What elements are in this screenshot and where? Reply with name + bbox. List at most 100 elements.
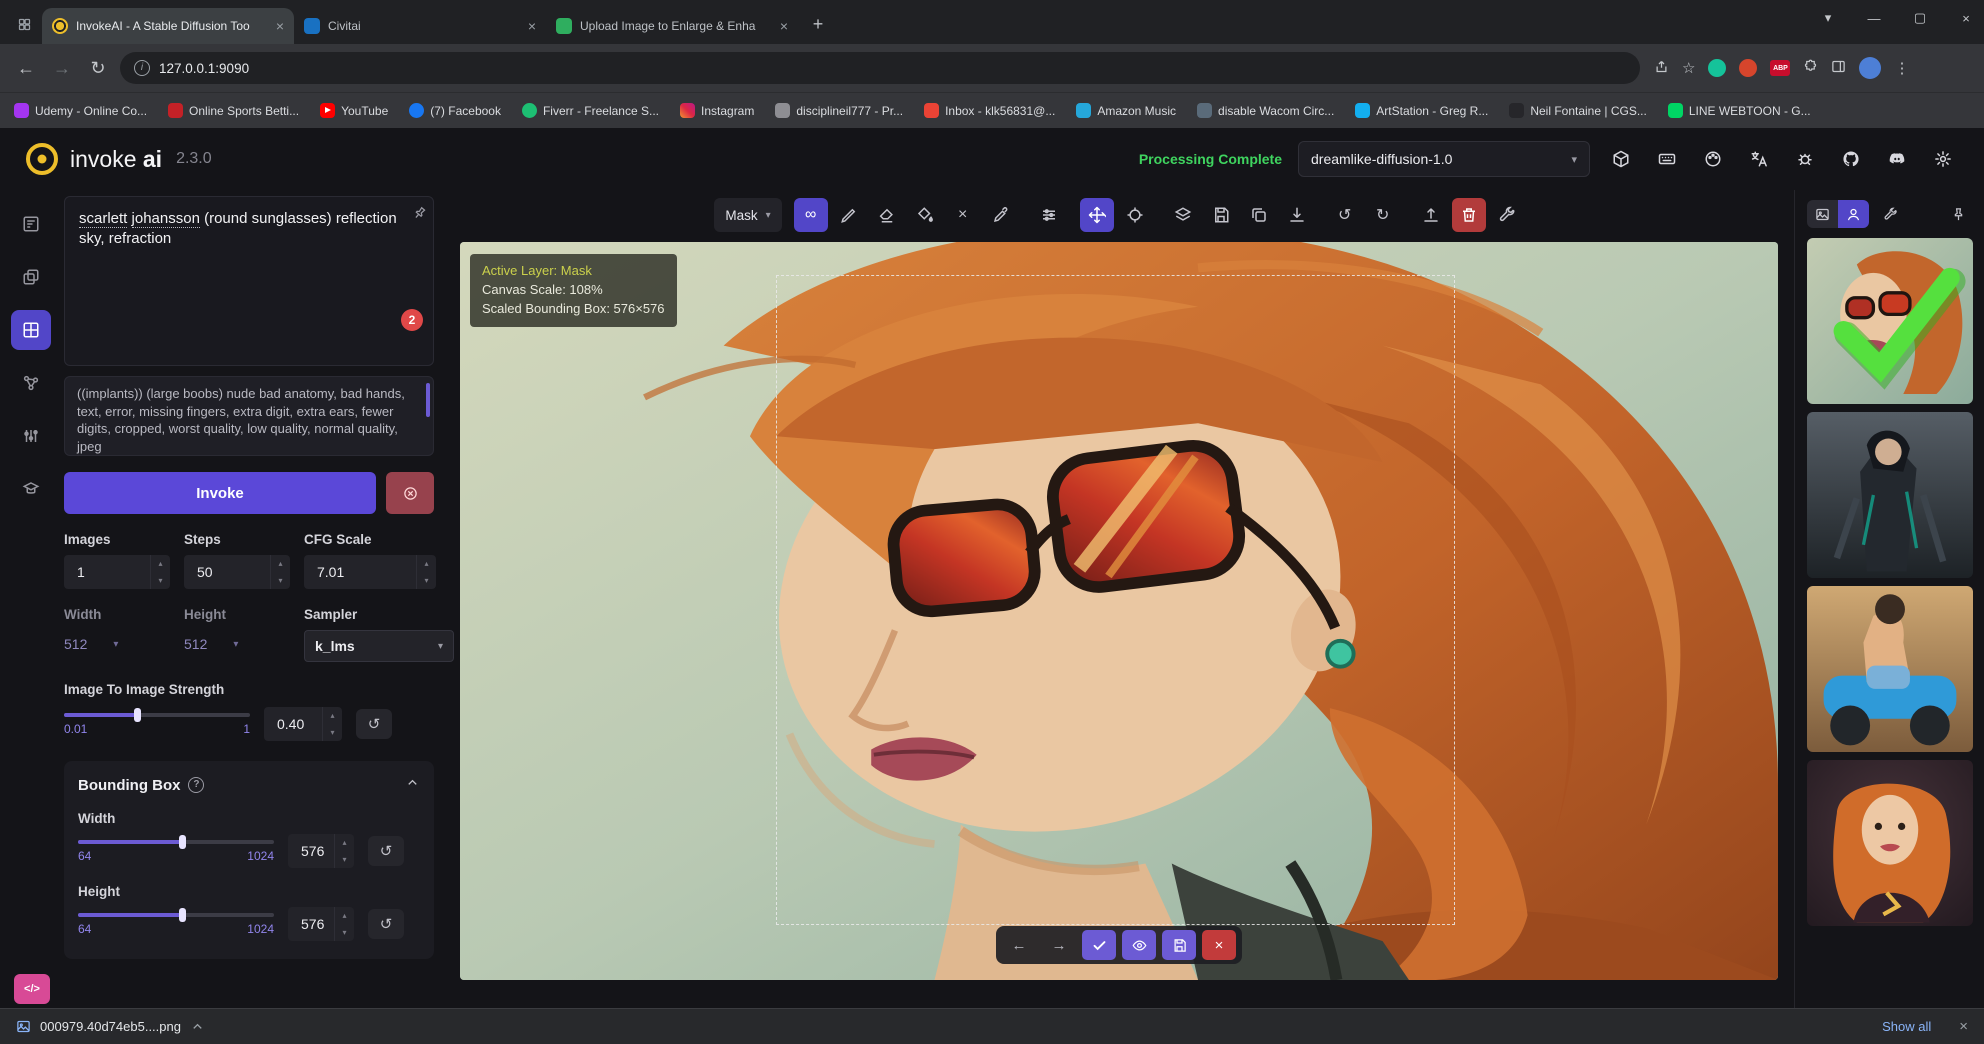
stepper-up-icon[interactable]: ▴	[335, 834, 354, 851]
height-select[interactable]: 512 ▾	[184, 630, 290, 652]
bbox-width-slider[interactable]: 641024	[78, 840, 274, 863]
bookmark-item[interactable]: Amazon Music	[1076, 103, 1176, 118]
cfg-scale-input[interactable]: 7.01 ▴▾	[304, 555, 436, 589]
browser-tab-civitai[interactable]: Civitai ×	[294, 8, 546, 44]
slider-thumb[interactable]	[179, 835, 186, 849]
new-tab-button[interactable]: +	[804, 10, 832, 38]
redo-icon[interactable]: ↻	[1366, 198, 1400, 232]
upload-icon[interactable]	[1414, 198, 1448, 232]
staging-next-button[interactable]: →	[1042, 930, 1076, 960]
staging-prev-button[interactable]: ←	[1002, 930, 1036, 960]
brush-tool-icon[interactable]	[832, 198, 866, 232]
gallery-thumbnail[interactable]	[1807, 586, 1973, 752]
staging-toggle-visibility-button[interactable]	[1122, 930, 1156, 960]
stepper-down-icon[interactable]: ▾	[151, 572, 170, 589]
download-chip[interactable]: 000979.40d74eb5....png	[16, 1019, 205, 1034]
canvas-bounding-box[interactable]	[776, 275, 1455, 924]
stepper-down-icon[interactable]: ▾	[335, 924, 354, 941]
model-manager-icon[interactable]	[1606, 144, 1636, 174]
language-icon[interactable]	[1744, 144, 1774, 174]
bookmark-item[interactable]: Fiverr - Freelance S...	[522, 103, 659, 118]
address-bar[interactable]: i 127.0.0.1:9090	[120, 52, 1640, 84]
browser-tab-invokeai[interactable]: InvokeAI - A Stable Diffusion Too ×	[42, 8, 294, 44]
strength-reset-button[interactable]: ↺	[356, 709, 392, 739]
strength-input[interactable]: 0.40 ▴▾	[264, 707, 342, 741]
undo-icon[interactable]: ↺	[1328, 198, 1362, 232]
steps-input[interactable]: 50 ▴▾	[184, 555, 290, 589]
window-close-button[interactable]: ×	[1956, 11, 1976, 26]
bbox-width-input[interactable]: 576 ▴▾	[288, 834, 354, 868]
back-button[interactable]: ←	[12, 58, 40, 79]
stepper-down-icon[interactable]: ▾	[417, 572, 436, 589]
stepper-up-icon[interactable]: ▴	[323, 707, 342, 724]
bookmark-item[interactable]: LINE WEBTOON - G...	[1668, 103, 1811, 118]
share-icon[interactable]	[1654, 59, 1669, 78]
slider-thumb[interactable]	[179, 908, 186, 922]
tab-close-icon[interactable]: ×	[276, 18, 284, 34]
model-select[interactable]: dreamlike-diffusion-1.0 ▾	[1298, 141, 1590, 177]
reset-view-icon[interactable]	[1118, 198, 1152, 232]
bookmark-item[interactable]: ArtStation - Greg R...	[1355, 103, 1488, 118]
bbox-height-reset-button[interactable]: ↺	[368, 909, 404, 939]
downloads-show-all-link[interactable]: Show all	[1882, 1019, 1931, 1034]
merge-layers-icon[interactable]	[1166, 198, 1200, 232]
brush-options-icon[interactable]	[1032, 198, 1066, 232]
keyboard-shortcuts-icon[interactable]	[1652, 144, 1682, 174]
bookmark-item[interactable]: Neil Fontaine | CGS...	[1509, 103, 1647, 118]
gallery-settings-icon[interactable]	[1876, 200, 1904, 228]
bbox-height-slider[interactable]: 641024	[78, 913, 274, 936]
bookmark-item[interactable]: disable Wacom Circ...	[1197, 103, 1334, 118]
gallery-thumbnail[interactable]	[1807, 760, 1973, 926]
bookmark-item[interactable]: disciplineil777 - Pr...	[775, 103, 903, 118]
bookmark-item[interactable]: (7) Facebook	[409, 103, 501, 118]
theme-icon[interactable]	[1698, 144, 1728, 174]
bookmark-star-icon[interactable]: ☆	[1682, 59, 1695, 77]
github-icon[interactable]	[1836, 144, 1866, 174]
bookmark-item[interactable]: Instagram	[680, 103, 754, 118]
stepper-up-icon[interactable]: ▴	[151, 555, 170, 572]
canvas-settings-icon[interactable]	[1490, 198, 1524, 232]
sampler-select[interactable]: k_lms ▾	[304, 630, 454, 662]
scrollbar-thumb[interactable]	[426, 383, 430, 417]
tab-image-to-image[interactable]	[11, 257, 51, 297]
staging-accept-button[interactable]	[1082, 930, 1116, 960]
images-count-input[interactable]: 1 ▴▾	[64, 555, 170, 589]
download-image-icon[interactable]	[1280, 198, 1314, 232]
console-toggle-button[interactable]: </>	[14, 974, 50, 1004]
forward-button[interactable]: →	[48, 58, 76, 79]
stepper-down-icon[interactable]: ▾	[335, 851, 354, 868]
canvas-area[interactable]: Active Layer: Mask Canvas Scale: 108% Sc…	[460, 242, 1778, 980]
tab-nodes[interactable]	[11, 363, 51, 403]
fill-tool-icon[interactable]	[908, 198, 942, 232]
strength-slider[interactable]: 0.011	[64, 713, 250, 736]
stepper-down-icon[interactable]: ▾	[323, 724, 342, 741]
staging-save-button[interactable]	[1162, 930, 1196, 960]
clear-mask-icon[interactable]: ×	[946, 198, 980, 232]
gallery-category-generations-button[interactable]	[1807, 200, 1838, 228]
tab-post-processing[interactable]	[11, 416, 51, 456]
tab-training[interactable]	[11, 469, 51, 509]
gallery-pin-icon[interactable]	[1944, 200, 1972, 228]
clear-canvas-icon[interactable]	[1452, 198, 1486, 232]
report-bug-icon[interactable]	[1790, 144, 1820, 174]
stepper-down-icon[interactable]: ▾	[271, 572, 290, 589]
layer-select[interactable]: Mask ▾	[714, 198, 781, 232]
window-minimize-button[interactable]: —	[1864, 11, 1884, 26]
bookmark-item[interactable]: Inbox - klk56831@...	[924, 103, 1055, 118]
red-extension-icon[interactable]	[1739, 59, 1757, 77]
extensions-puzzle-icon[interactable]	[1803, 59, 1818, 78]
window-maximize-button[interactable]: ▢	[1910, 10, 1930, 26]
copy-icon[interactable]	[1242, 198, 1276, 232]
stepper-up-icon[interactable]: ▴	[335, 907, 354, 924]
prompt-pin-icon[interactable]	[405, 203, 430, 229]
mask-enable-toggle[interactable]: ∞	[794, 198, 828, 232]
stepper-up-icon[interactable]: ▴	[271, 555, 290, 572]
gallery-category-uploads-button[interactable]	[1838, 200, 1869, 228]
eraser-tool-icon[interactable]	[870, 198, 904, 232]
bbox-height-input[interactable]: 576 ▴▾	[288, 907, 354, 941]
chevron-up-icon[interactable]	[190, 1019, 205, 1034]
help-icon[interactable]: ?	[188, 777, 204, 793]
tab-close-icon[interactable]: ×	[528, 18, 536, 34]
downloads-close-button[interactable]: ×	[1959, 1018, 1968, 1035]
profile-avatar[interactable]	[1859, 57, 1881, 79]
